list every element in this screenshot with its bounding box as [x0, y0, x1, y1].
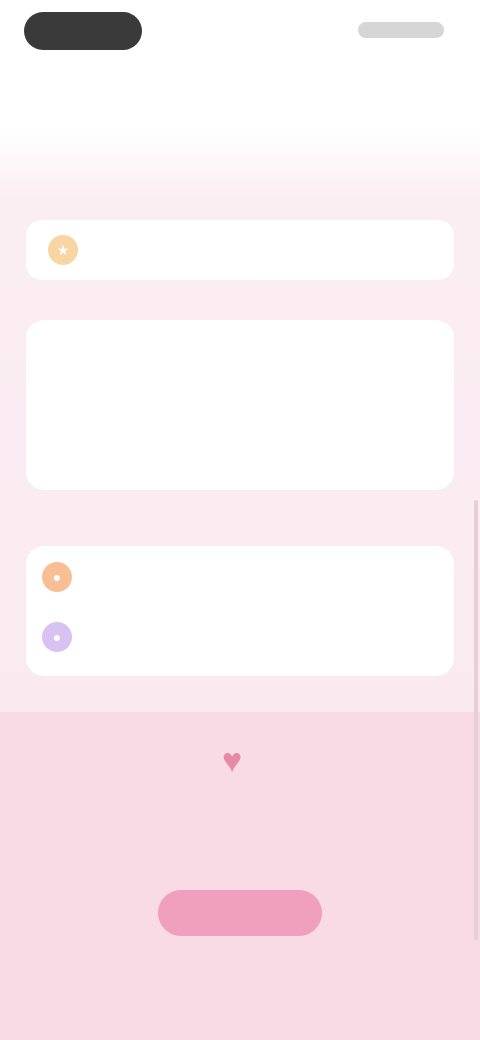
cta-section: ♥: [0, 712, 480, 1040]
recommend-card[interactable]: ★: [26, 220, 454, 280]
status-icons: [358, 22, 444, 38]
user-icon: ●: [42, 562, 72, 592]
friends-card: ● ●: [26, 546, 454, 676]
dynamic-island: [24, 12, 142, 50]
star-icon: ★: [48, 235, 78, 265]
status-bar: [0, 0, 480, 60]
info-card: [26, 320, 454, 490]
scrollbar[interactable]: [474, 500, 478, 940]
group-icon: ●: [42, 622, 72, 652]
friend-item-contacts[interactable]: ●: [42, 562, 90, 592]
cta-button[interactable]: [158, 890, 322, 936]
heart-icon: ♥: [222, 742, 243, 780]
friend-item-group[interactable]: ●: [42, 622, 90, 652]
